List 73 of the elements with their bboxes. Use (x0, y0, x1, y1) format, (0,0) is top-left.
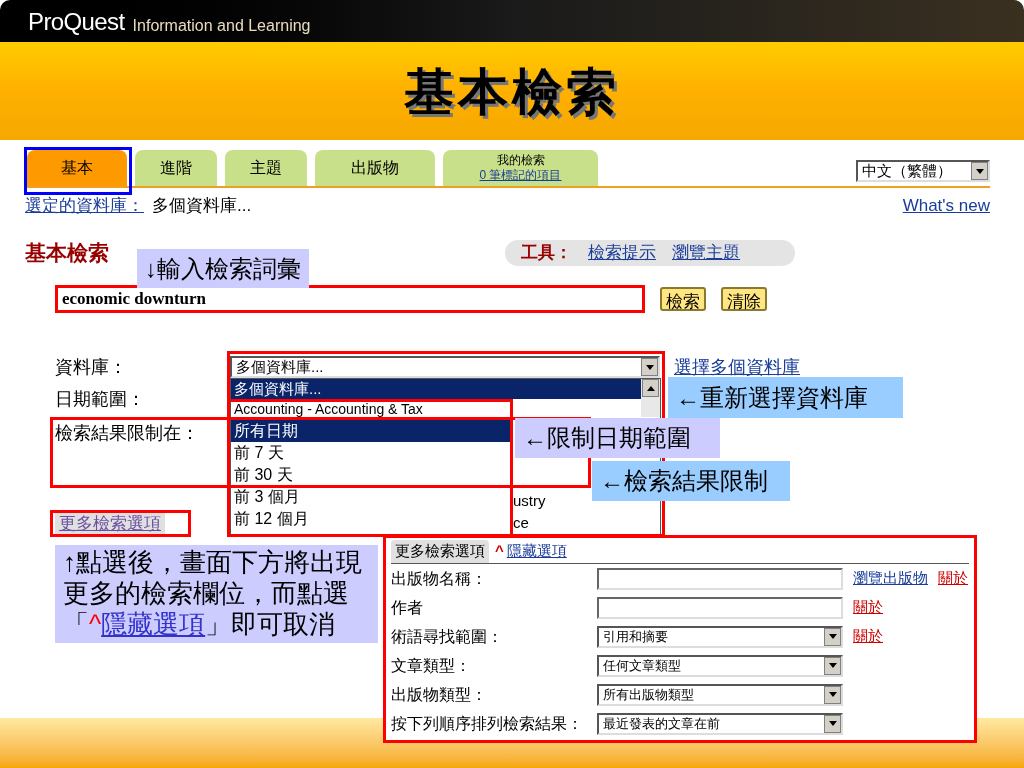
callout-label: ←限制日期範圍 (515, 418, 720, 458)
tab-label: 出版物 (351, 158, 399, 178)
slide-title: 基本檢索 (404, 60, 620, 123)
tab[interactable]: 我的檢索 0 筆標記的項目 (443, 150, 598, 186)
whats-new-link[interactable]: What's new (902, 193, 990, 219)
dropdown-select[interactable]: 任何文章類型 (597, 654, 843, 677)
dropdown-arrow-button[interactable] (824, 656, 841, 675)
selected-db-link[interactable]: 選定的資料庫： (25, 193, 144, 219)
logo: ProQuest (28, 10, 125, 34)
caret-up-icon (646, 385, 655, 391)
caret-symbol: ^ (495, 541, 504, 562)
caret-down-icon (828, 663, 837, 668)
list-option[interactable]: 多個資料庫... (231, 379, 641, 399)
tab[interactable]: 出版物 (315, 150, 435, 186)
field-label: 按下列順序排列檢索結果： (391, 713, 584, 734)
browse-link[interactable]: 瀏覽出版物 (853, 567, 928, 590)
my-search-label: 我的檢索 (496, 153, 545, 168)
field-label: 術語尋找範圍： (391, 626, 504, 647)
tool-link[interactable]: 檢索提示 (588, 240, 656, 266)
tab-label: 基本 (61, 158, 93, 178)
callout-label: ←重新選擇資料庫 (668, 377, 903, 418)
section-heading: 基本檢索 (25, 240, 109, 266)
caret-down-icon (828, 634, 837, 639)
about-link[interactable]: 關於 (938, 567, 968, 590)
dropdown-select[interactable]: 所有出版物類型 (597, 683, 843, 706)
field-label: 出版物名稱： (391, 568, 488, 589)
tab[interactable]: 進階 (135, 150, 217, 186)
tab-label: 進階 (160, 158, 192, 178)
caret-down-icon (975, 168, 984, 174)
list-option-text: ustry (513, 490, 546, 511)
dropdown-arrow-button[interactable] (971, 162, 988, 180)
dropdown-arrow-button[interactable] (824, 627, 841, 646)
list-option[interactable]: Accounting - Accounting & Tax (231, 402, 641, 417)
about-link[interactable]: 關於 (853, 625, 883, 648)
list-option-text: ce (513, 512, 529, 533)
hide-options-link[interactable]: 隱藏選項 (506, 540, 567, 563)
dropdown-select[interactable]: 多個資料庫... (230, 356, 660, 378)
dropdown-select[interactable]: 中文（繁體） (856, 160, 990, 182)
field-label: 資料庫： (55, 355, 128, 379)
search-field[interactable]: economic downturn (55, 285, 645, 313)
dropdown-select[interactable]: 引用和摘要 (597, 625, 843, 648)
input-field[interactable] (597, 596, 843, 619)
caret-down-icon (828, 721, 837, 726)
field-label: 檢索結果限制在： (55, 421, 199, 445)
search-button[interactable]: 檢索 (660, 287, 706, 311)
dropdown-arrow-button[interactable] (824, 714, 841, 733)
marked-items-link[interactable]: 0 筆標記的項目 (479, 168, 562, 183)
field-label: 出版物類型： (391, 684, 488, 705)
field-label: 日期範圍： (55, 387, 145, 411)
callout-label: ↓輸入檢索詞彙 (137, 249, 309, 288)
dropdown-arrow-button[interactable] (641, 358, 658, 376)
caret-down-icon (645, 364, 654, 370)
hide-options-link[interactable]: 隱藏選項 (101, 609, 206, 639)
input-field[interactable] (597, 567, 843, 590)
dropdown-select[interactable]: 最近發表的文章在前 (597, 712, 843, 735)
tool-link[interactable]: 瀏覽主題 (672, 240, 740, 266)
callout-label: ←檢索結果限制 (592, 461, 790, 501)
list-option[interactable]: 所有日期 (231, 420, 511, 442)
field-label: 作者 (391, 597, 424, 618)
panel-tab[interactable]: 更多檢索選項 (391, 540, 489, 563)
scroll-up-button[interactable] (642, 379, 659, 397)
clear-button[interactable]: 清除 (721, 287, 767, 311)
dropdown-arrow-button[interactable] (824, 685, 841, 704)
tab-label: 主題 (250, 158, 282, 178)
tab[interactable]: 基本 (27, 150, 127, 186)
about-link[interactable]: 關於 (853, 596, 883, 619)
caret-down-icon (828, 692, 837, 697)
field-label: 文章類型： (391, 655, 472, 676)
tools-label: 工具： (521, 242, 572, 265)
tab[interactable]: 主題 (225, 150, 307, 186)
selected-db-value: 多個資料庫... (152, 195, 252, 218)
tagline: Information and Learning (132, 18, 311, 34)
instruction-note: ↑點選後，畫面下方將出現更多的檢索欄位，而點選「^隱藏選項」即可取消 (55, 545, 378, 643)
